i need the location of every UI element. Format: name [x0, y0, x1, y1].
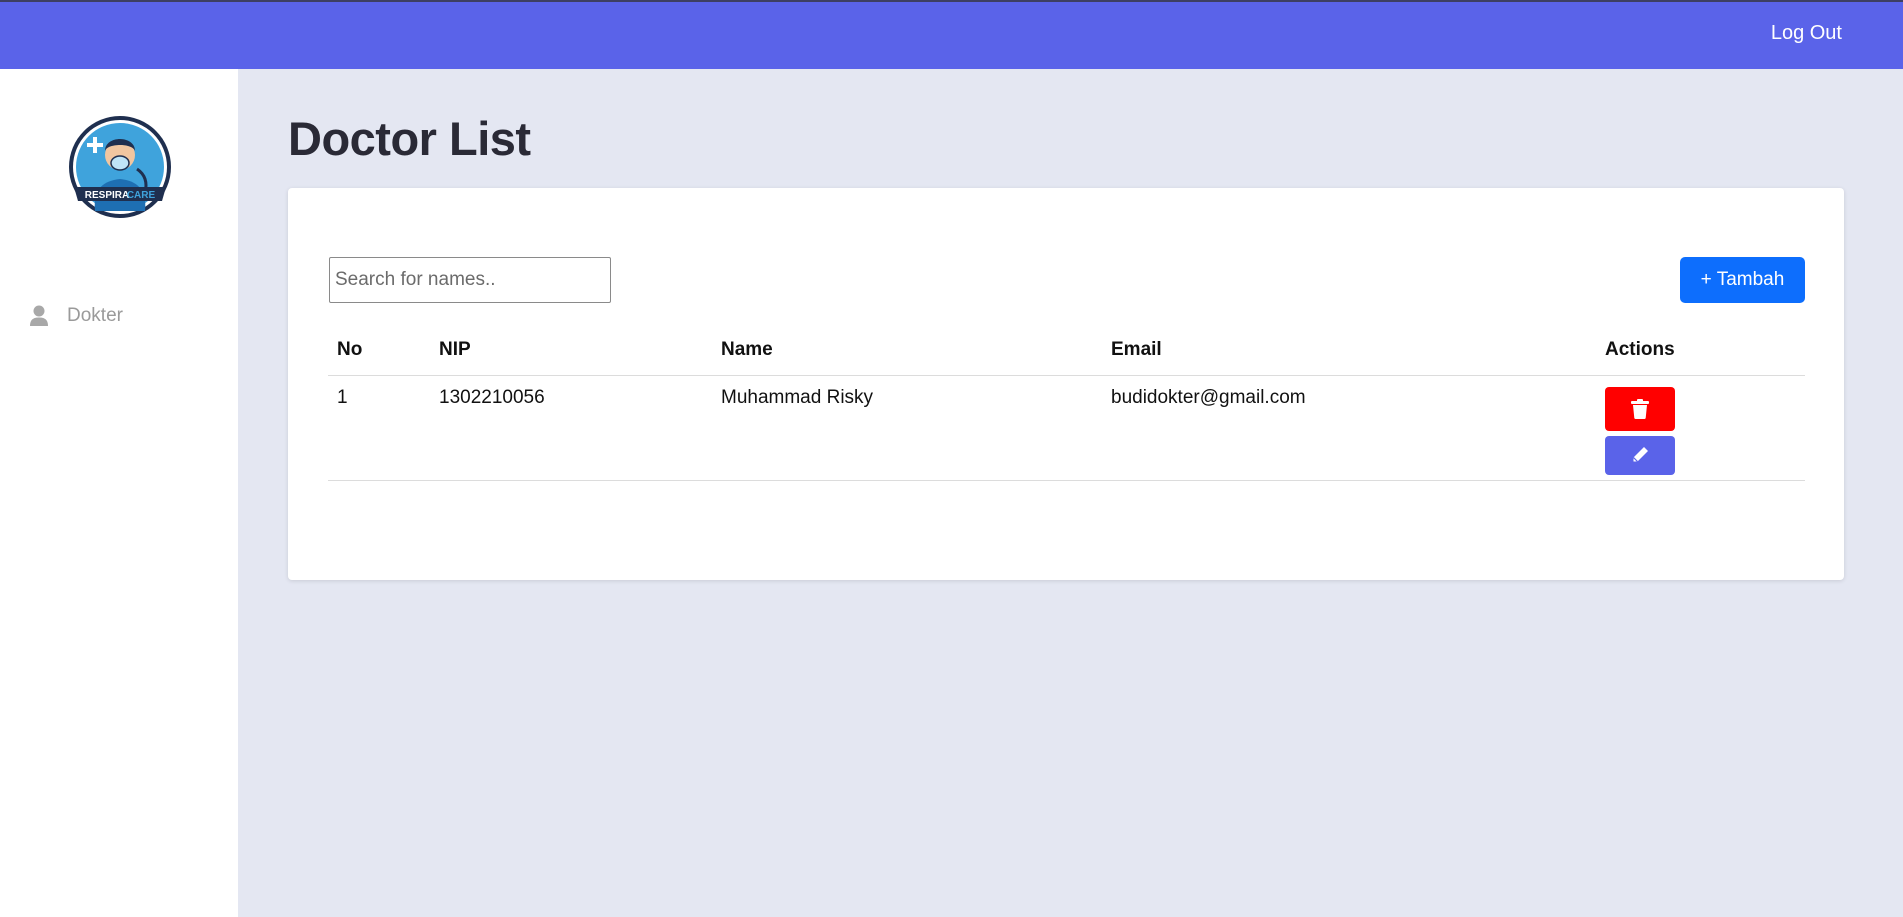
user-icon	[29, 305, 49, 327]
main-content: Doctor List + Tambah No NIP Name Email A…	[238, 69, 1903, 917]
column-header-actions: Actions	[1596, 326, 1805, 376]
table-header-row: No NIP Name Email Actions	[328, 326, 1805, 376]
search-input[interactable]	[329, 257, 611, 303]
sidebar-item-label: Dokter	[67, 305, 123, 326]
doctor-table: No NIP Name Email Actions 1 1302210056 M…	[328, 326, 1805, 481]
trash-icon	[1631, 398, 1649, 419]
svg-text:CARE: CARE	[127, 190, 156, 201]
column-header-no: No	[328, 326, 430, 376]
page-title: Doctor List	[288, 112, 531, 165]
top-navbar: Log Out	[0, 0, 1903, 69]
respira-care-logo: RESPIRA CARE	[67, 115, 173, 221]
table-row: 1 1302210056 Muhammad Risky budidokter@g…	[328, 375, 1805, 481]
column-header-name: Name	[712, 326, 1102, 376]
edit-button[interactable]	[1605, 435, 1675, 475]
svg-text:RESPIRA: RESPIRA	[85, 190, 129, 201]
logout-link[interactable]: Log Out	[1771, 22, 1842, 45]
cell-actions	[1596, 375, 1805, 481]
add-doctor-button[interactable]: + Tambah	[1680, 257, 1805, 303]
cell-no: 1	[328, 375, 430, 481]
cell-name: Muhammad Risky	[712, 375, 1102, 481]
cell-email: budidokter@gmail.com	[1102, 375, 1596, 481]
delete-button[interactable]	[1605, 386, 1675, 431]
column-header-nip: NIP	[430, 326, 712, 376]
sidebar-item-dokter[interactable]: Dokter	[29, 305, 123, 327]
sidebar: RESPIRA CARE Dokter	[0, 69, 238, 917]
column-header-email: Email	[1102, 326, 1596, 376]
doctor-list-card: + Tambah No NIP Name Email Actions 1 130…	[288, 188, 1844, 580]
pencil-icon	[1631, 446, 1649, 464]
cell-nip: 1302210056	[430, 375, 712, 481]
